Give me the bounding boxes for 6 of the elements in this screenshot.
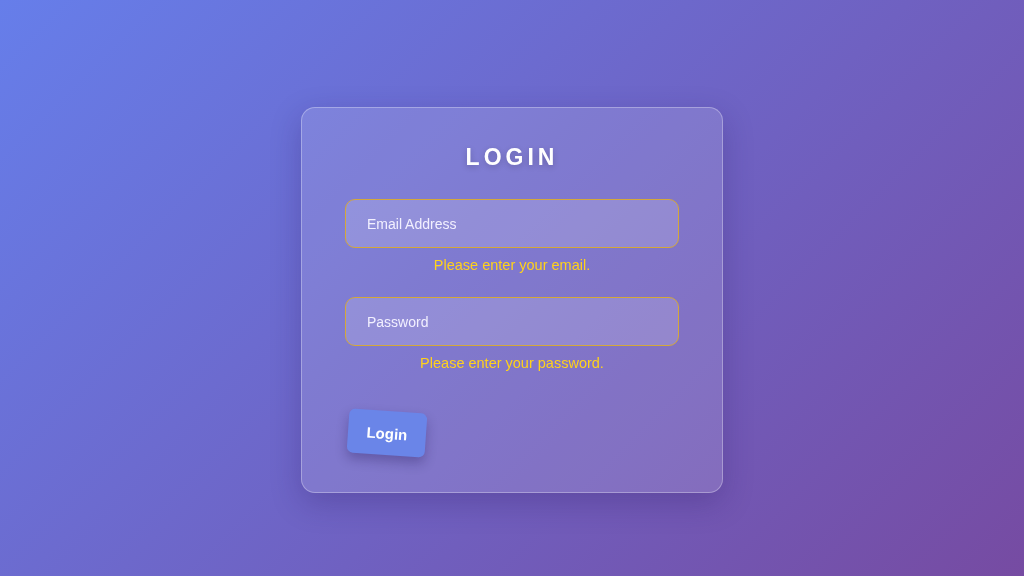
login-title: LOGIN — [465, 144, 559, 171]
error-message: Please enter your password. — [420, 355, 604, 371]
error-message: Please enter your email. — [433, 257, 591, 273]
login-button[interactable]: Login — [346, 408, 428, 458]
input-field[interactable]: Email Address — [345, 199, 679, 248]
input-field[interactable]: Password — [345, 297, 679, 346]
